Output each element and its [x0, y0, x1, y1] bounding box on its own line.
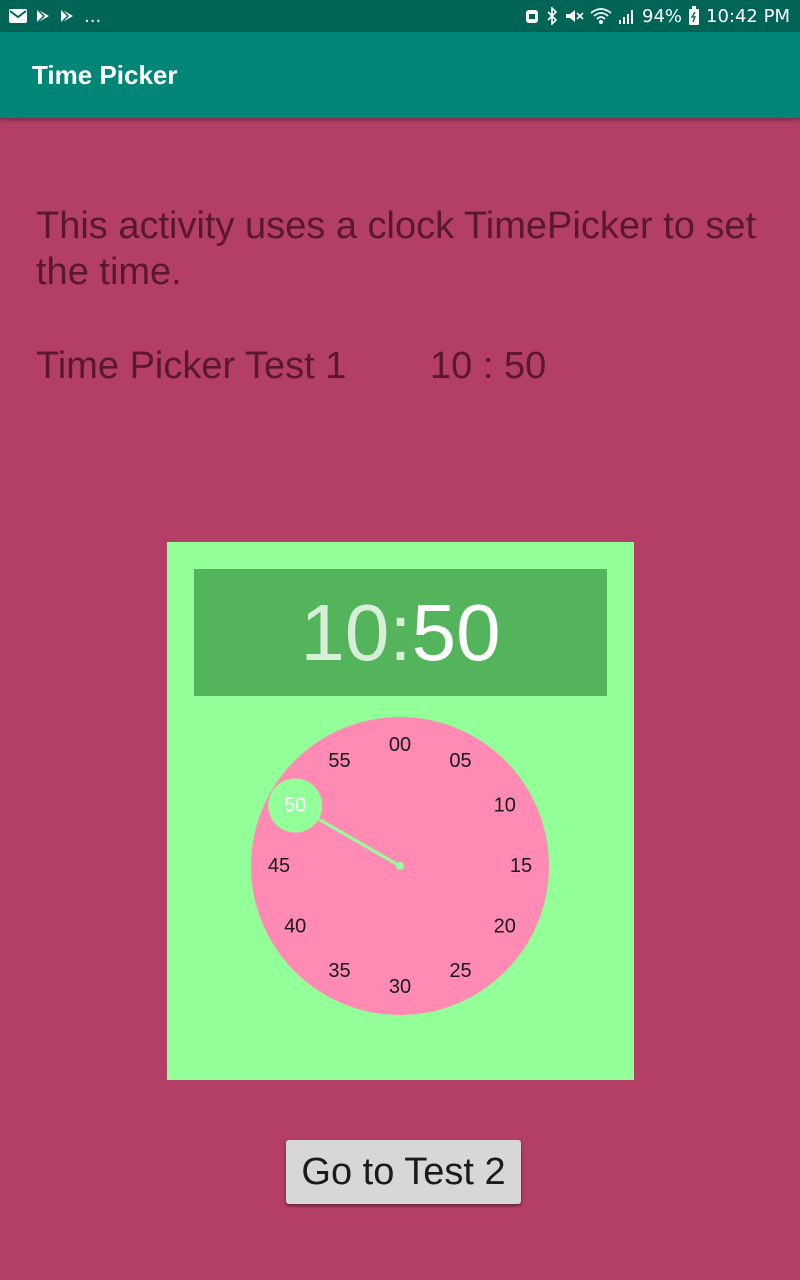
status-right: 94% 10:42 PM — [524, 4, 790, 28]
wifi-icon — [590, 8, 612, 24]
clock-number-35[interactable]: 35 — [328, 960, 350, 982]
status-bar: ... 94% 10:42 PM — [0, 0, 800, 32]
signal-icon — [619, 10, 633, 24]
time-picker[interactable]: 10:50 00 05 10 15 20 25 30 35 40 45 50 55 — [167, 542, 634, 1080]
clock-number-10[interactable]: 10 — [494, 795, 516, 817]
clock-number-30[interactable]: 30 — [389, 976, 411, 998]
clock-number-00[interactable]: 00 — [389, 734, 411, 756]
intro-text: This activity uses a clock TimePicker to… — [36, 205, 757, 293]
play-store-icon — [36, 8, 49, 24]
bluetooth-icon — [547, 7, 558, 25]
clock-number-45[interactable]: 45 — [268, 855, 290, 877]
mail-icon — [9, 9, 27, 23]
clock-number-25[interactable]: 25 — [449, 960, 471, 982]
clock-number-40[interactable]: 40 — [284, 916, 306, 938]
clock-number-55[interactable]: 55 — [328, 750, 350, 772]
test-time-value: 10 : 50 — [430, 345, 547, 387]
status-time: 10:42 PM — [706, 5, 790, 27]
clock-dial[interactable]: 00 05 10 15 20 25 30 35 40 45 50 55 — [167, 542, 634, 1080]
clock-number-05[interactable]: 05 — [449, 750, 471, 772]
app-title: Time Picker — [32, 60, 178, 90]
test-label: Time Picker Test 1 — [36, 345, 347, 387]
clock-number-50[interactable]: 50 — [284, 795, 306, 817]
clock-number-20[interactable]: 20 — [494, 916, 516, 938]
battery-icon — [689, 6, 700, 25]
status-left: ... — [8, 4, 101, 28]
clock-hand-center — [396, 862, 404, 870]
mute-icon — [566, 10, 584, 22]
play-store-icon — [60, 8, 73, 24]
battery-percent: 94% — [642, 5, 683, 27]
clock-number-15[interactable]: 15 — [510, 855, 532, 877]
go-to-test-2-button[interactable]: Go to Test 2 — [286, 1140, 521, 1204]
alarm-icon — [526, 10, 538, 23]
notification-overflow: ... — [84, 5, 102, 27]
app-bar: Time Picker — [0, 32, 800, 118]
